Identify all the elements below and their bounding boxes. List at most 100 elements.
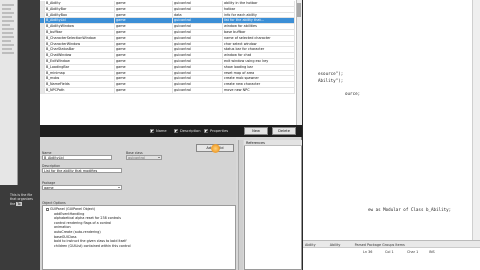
tree-item[interactable]: children (GUIList) contained within this…: [54, 244, 131, 248]
filter-bar: Name Description Properties New Delete: [40, 125, 302, 137]
code-line[interactable]: Ability");: [318, 78, 343, 83]
table-cell: B_NameFields: [45, 82, 115, 87]
table-cell: game: [115, 82, 173, 87]
grid-scrollbar[interactable]: [296, 0, 302, 125]
table-cell: guicontrol: [173, 47, 223, 53]
status-item: Ln 36: [363, 249, 373, 254]
table-cell: char select window: [223, 41, 295, 47]
tree-item-label: GUIPanel (GUIPanel Object): [50, 207, 96, 211]
editor-tab[interactable]: Ability: [305, 243, 316, 247]
tree-item-label: alphabetical alpha reset for 238 control…: [54, 216, 121, 221]
table-cell: guicontrol: [173, 18, 223, 24]
table-cell: hotbar: [223, 6, 295, 12]
table-cell: data: [173, 12, 223, 18]
code-line[interactable]: ew as Modular of Class b_Ability;: [368, 207, 451, 212]
tree-item-label: bold to instruct the given class to bold…: [54, 239, 127, 244]
left-note: This is the file that organizes the To: [10, 193, 33, 206]
tree-item-label: autoCreate (auto-rendering): [54, 230, 101, 234]
table-cell: create mob spawner: [223, 76, 295, 82]
table-cell: guicontrol: [173, 88, 223, 93]
table-cell: B_minimap: [45, 70, 115, 76]
chevron-down-icon: [158, 157, 160, 159]
package-select[interactable]: game: [42, 185, 122, 190]
table-cell: base buffbar: [223, 30, 295, 35]
base-class-select[interactable]: guicontrol: [126, 155, 162, 160]
status-item: Char 1: [407, 249, 419, 254]
table-cell: game: [115, 35, 173, 41]
description-field[interactable]: List for the ability that modifies: [42, 168, 122, 173]
editor-tab[interactable]: Ability: [330, 243, 341, 247]
properties-checkbox-label: Properties: [210, 128, 229, 133]
table-cell: create new character: [223, 82, 295, 87]
status-item: INS: [429, 249, 435, 254]
table-cell: guicontrol: [173, 24, 223, 29]
table-cell: B_LoadingBar: [45, 64, 115, 70]
table-cell: guicontrol: [173, 59, 223, 64]
table-cell: game: [115, 24, 173, 29]
new-button[interactable]: New: [244, 127, 268, 135]
table-cell: exit window using esc key: [223, 59, 295, 64]
table-cell: ability in the hotbar: [223, 1, 295, 6]
table-cell: B_CharStatusBar: [45, 47, 115, 53]
references-panel: [244, 140, 302, 270]
description-checkbox[interactable]: [174, 129, 178, 133]
table-cell: B_Ability: [45, 1, 115, 6]
code-line[interactable]: esource");: [318, 71, 343, 76]
table-cell: B_AbilityWindow: [45, 24, 115, 29]
editor-tab[interactable]: Parsed Package Groups Items: [355, 243, 405, 247]
table-cell: guicontrol: [173, 64, 223, 70]
table-cell: game: [115, 6, 173, 12]
status-item: Col 1: [385, 249, 394, 254]
table-cell: guicontrol: [173, 41, 223, 47]
properties-checkbox[interactable]: [204, 129, 208, 133]
code-line[interactable]: ource;: [345, 91, 360, 96]
properties-tree[interactable]: - GUIPanel (GUIPanel Object) addEventHandl…: [42, 205, 236, 270]
table-cell: B_ChatWindow: [45, 53, 115, 58]
table-cell: guicontrol: [173, 6, 223, 12]
editor-tabs: Ability Ability Parsed Package Groups Item…: [303, 240, 480, 247]
name-checkbox-label: Name: [156, 128, 167, 133]
table-cell: game: [115, 30, 173, 35]
table-cell: reset map of area: [223, 70, 295, 76]
table-cell: B_CharacterWindow: [45, 41, 115, 47]
left-file-panel: [0, 0, 18, 185]
table-cell: list for the ability that…: [223, 18, 295, 24]
table-cell: info for each ability: [223, 12, 295, 18]
delete-button[interactable]: Delete: [272, 127, 296, 135]
refs-scrollbar[interactable]: [238, 140, 243, 270]
table-cell: guicontrol: [173, 30, 223, 35]
table-cell: guicontrol: [173, 1, 223, 6]
tree-item-label: animation: [54, 225, 71, 230]
table-cell: B_AbilityBox: [45, 12, 115, 18]
collapse-icon[interactable]: -: [46, 207, 49, 211]
tree-item-label: control rendering flags of a control: [54, 220, 112, 225]
table-cell: status bar for character: [223, 47, 295, 53]
table-cell: game: [115, 88, 173, 93]
table-cell: guicontrol: [173, 53, 223, 58]
table-cell: guicontrol: [173, 35, 223, 41]
table-cell: guicontrol: [173, 70, 223, 76]
table-cell: game: [115, 12, 173, 18]
code-editor[interactable]: [303, 0, 480, 270]
description-checkbox-label: Description: [180, 128, 201, 133]
table-cell: B_AbilityLbl: [45, 18, 115, 24]
table-cell: game: [115, 64, 173, 70]
tree-item-label: baseGUIClass: [54, 234, 77, 239]
table-cell: game: [115, 53, 173, 58]
class-grid: B_Ability game guicontrol ability in the ho…: [40, 0, 302, 125]
editor-scrollbar[interactable]: [472, 0, 480, 240]
to-button[interactable]: To: [16, 201, 22, 206]
tree-item-label: addEventHandling: [54, 211, 85, 216]
table-cell: game: [115, 70, 173, 76]
table-cell: guicontrol: [173, 76, 223, 82]
name-field[interactable]: B_AbilityLbl: [42, 155, 112, 160]
table-cell: game: [115, 59, 173, 64]
table-row[interactable]: B_NPCPath game guicontrol move new NPC: [40, 88, 295, 94]
chevron-down-icon: [118, 187, 120, 189]
table-cell: window for chat: [223, 53, 295, 58]
grid-scroll-thumb[interactable]: [297, 3, 301, 17]
name-checkbox[interactable]: [150, 129, 154, 133]
table-cell: name of selected character: [223, 35, 295, 41]
table-cell: B_NPCPath: [45, 88, 115, 93]
table-cell: show loading bar: [223, 64, 295, 70]
